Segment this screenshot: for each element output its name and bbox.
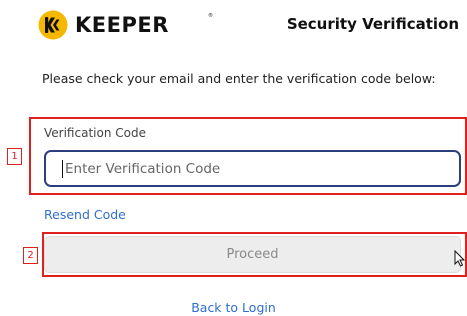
security-verification-page: KEEPER ® Security Verification Please ch…	[0, 0, 467, 316]
mouse-cursor-icon	[454, 250, 465, 267]
annotation-number-1: 1	[7, 148, 22, 165]
annotation-number-2: 2	[23, 247, 38, 264]
logo-trademark: ®	[208, 13, 213, 19]
instructions-text: Please check your email and enter the ve…	[42, 71, 436, 86]
annotation-box-1	[29, 117, 467, 195]
annotation-box-2	[42, 232, 467, 277]
keeper-logo: KEEPER ®	[38, 10, 213, 40]
logo-wordmark: KEEPER	[75, 13, 169, 37]
back-to-login-link[interactable]: Back to Login	[0, 300, 467, 315]
page-title: Security Verification	[286, 15, 459, 33]
resend-code-link[interactable]: Resend Code	[44, 207, 126, 222]
keeper-logo-icon	[38, 10, 68, 40]
